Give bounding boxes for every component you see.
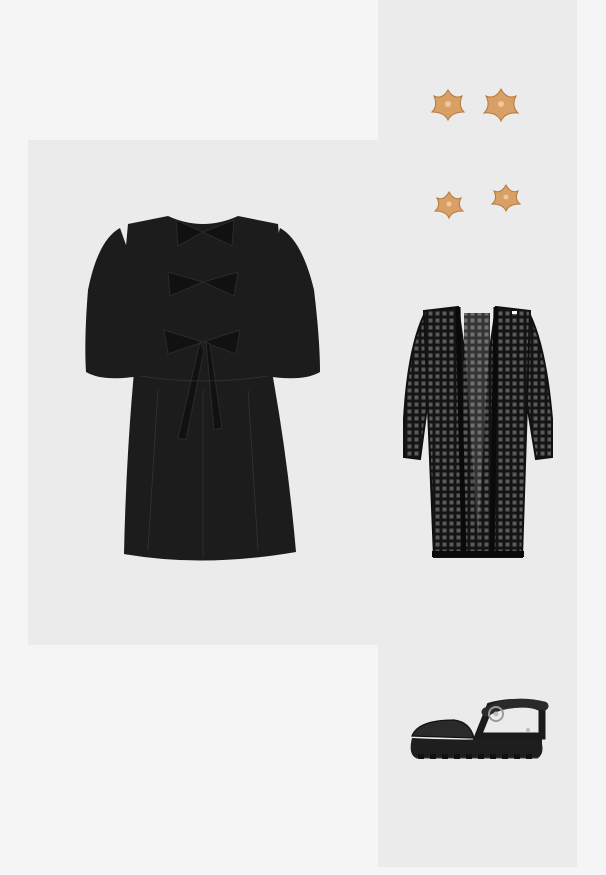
- sandal-image: [410, 698, 549, 759]
- product-tile-sandal[interactable]: [378, 578, 577, 867]
- product-tile-dress[interactable]: [28, 140, 378, 645]
- outfit-collage: [0, 0, 606, 875]
- dress-image: [85, 216, 320, 561]
- earrings-image: [430, 87, 522, 220]
- cardigan-image: [403, 305, 553, 558]
- product-tile-cardigan[interactable]: [378, 289, 577, 578]
- product-tile-earrings[interactable]: [378, 0, 577, 289]
